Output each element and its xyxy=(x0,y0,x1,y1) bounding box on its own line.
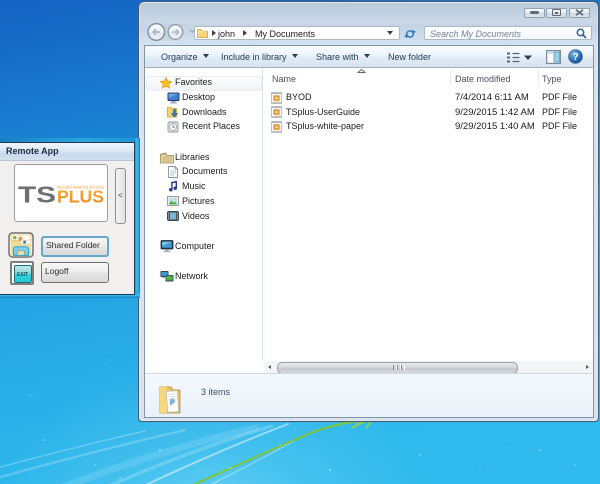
svg-text:SECURE REMOTE ACCESS: SECURE REMOTE ACCESS xyxy=(57,185,105,189)
svg-text:?: ? xyxy=(572,52,578,63)
svg-text:TS: TS xyxy=(18,181,56,207)
svg-text:PLUS: PLUS xyxy=(57,186,104,206)
